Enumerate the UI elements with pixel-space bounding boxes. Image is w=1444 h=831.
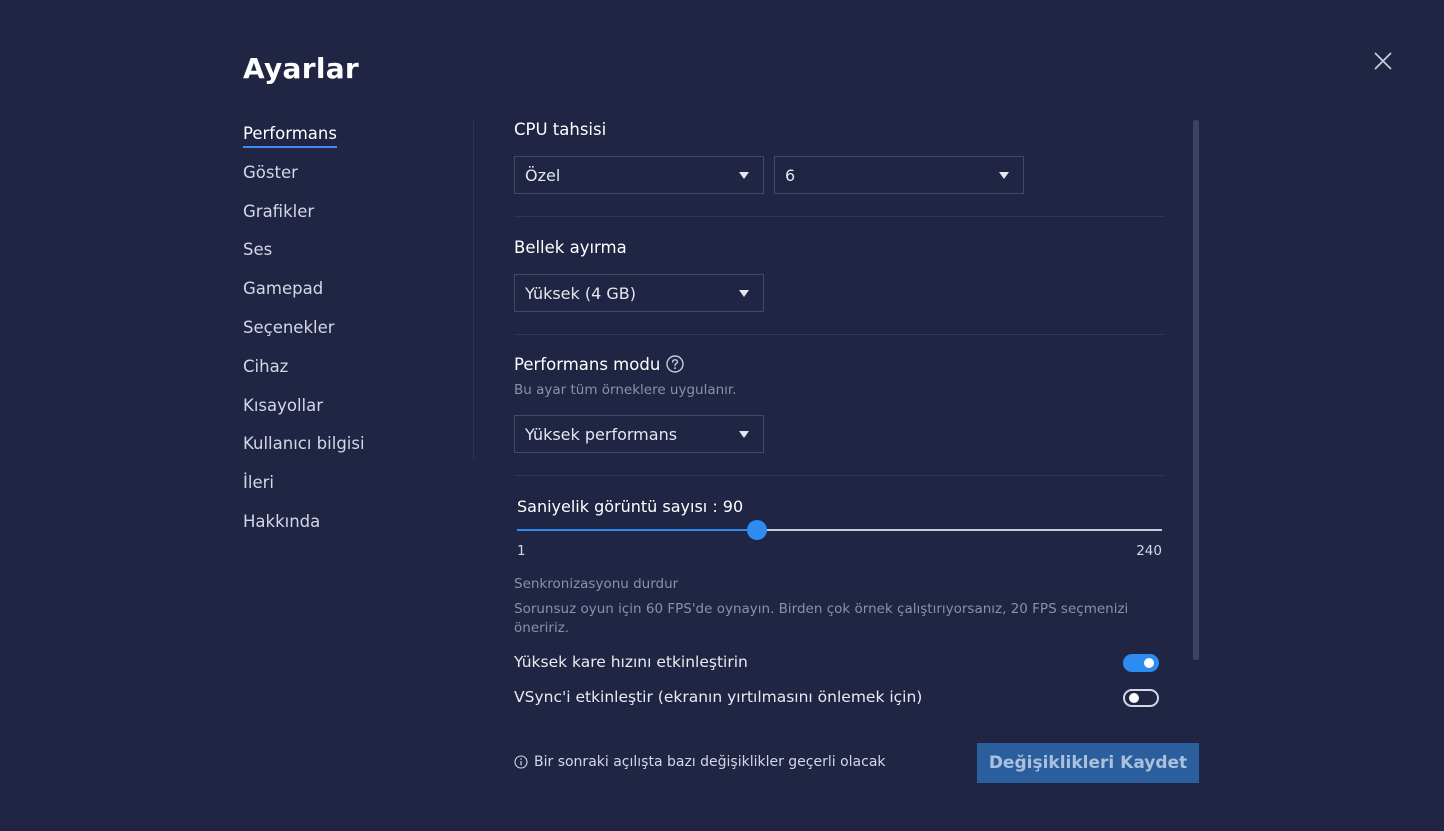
sidebar-item-label: Göster [243,162,298,182]
section-divider [514,216,1164,217]
vsync-label: VSync'i etkinleştir (ekranın yırtılmasın… [514,688,923,706]
sidebar-item-kisayollar[interactable]: Kısayollar [243,396,365,435]
sidebar-item-label: Grafikler [243,201,315,221]
performance-mode-select[interactable]: Yüksek performans [514,415,764,453]
help-circle-icon[interactable] [666,355,684,373]
close-icon[interactable] [1372,50,1394,72]
sidebar-item-label: Hakkında [243,511,321,531]
performance-mode-value: Yüksek performans [525,424,678,444]
sidebar-item-label: Kullanıcı bilgisi [243,434,365,454]
sync-description: Sorunsuz oyun için 60 FPS'de oynayın. Bi… [514,601,1129,636]
caret-down-icon [999,172,1009,179]
sidebar-item-hakkinda[interactable]: Hakkında [243,512,365,551]
cpu-mode-select[interactable]: Özel [514,156,764,194]
sidebar-item-label: Kısayollar [243,395,324,415]
restart-note: Bir sonraki açılışta bazı değişiklikler … [514,754,886,770]
sidebar-item-kullanici-bilgisi[interactable]: Kullanıcı bilgisi [243,434,365,473]
sidebar-item-label: Seçenekler [243,317,335,337]
toggle-knob [1129,693,1139,703]
save-changes-button[interactable]: Değişiklikleri Kaydet [977,743,1199,783]
sidebar-divider [473,120,474,460]
cpu-section-title: CPU tahsisi [514,120,607,139]
slider-fill [517,529,758,531]
settings-sidebar: Performans Göster Grafikler Ses Gamepad … [243,124,365,551]
caret-down-icon [739,290,749,297]
sidebar-item-label: Performans [243,124,337,148]
sidebar-item-gamepad[interactable]: Gamepad [243,279,365,318]
sidebar-item-goster[interactable]: Göster [243,163,365,202]
caret-down-icon [739,431,749,438]
cpu-mode-value: Özel [525,165,561,185]
fps-slider[interactable] [517,520,1162,540]
content-scrollbar[interactable] [1193,120,1199,660]
sidebar-item-performans[interactable]: Performans [243,124,365,163]
performance-mode-title-text: Performans modu [514,355,661,374]
dialog-title: Ayarlar [243,52,360,85]
cpu-cores-select[interactable]: 6 [774,156,1024,194]
fps-min-label: 1 [517,543,526,559]
section-divider [514,334,1164,335]
sidebar-item-label: Ses [243,240,273,260]
sidebar-item-ses[interactable]: Ses [243,240,365,279]
memory-value: Yüksek (4 GB) [525,283,636,303]
fps-max-label: 240 [1136,543,1162,559]
close-button[interactable] [1372,50,1394,72]
info-icon [514,755,528,769]
sidebar-item-grafikler[interactable]: Grafikler [243,202,365,241]
memory-section-title: Bellek ayırma [514,238,627,257]
performance-mode-subtitle: Bu ayar tüm örneklere uygulanır. [514,382,737,398]
vsync-toggle[interactable] [1123,689,1159,707]
memory-select[interactable]: Yüksek (4 GB) [514,274,764,312]
performance-mode-title: Performans modu [514,355,684,374]
sidebar-item-label: Gamepad [243,279,324,299]
sidebar-item-label: Cihaz [243,356,289,376]
cpu-cores-value: 6 [785,165,796,185]
restart-note-text: Bir sonraki açılışta bazı değişiklikler … [534,754,886,770]
sidebar-item-secenekler[interactable]: Seçenekler [243,318,365,357]
sidebar-item-ileri[interactable]: İleri [243,473,365,512]
sync-title: Senkronizasyonu durdur [514,576,679,592]
sidebar-item-label: İleri [243,473,274,493]
sidebar-item-cihaz[interactable]: Cihaz [243,357,365,396]
caret-down-icon [739,172,749,179]
slider-thumb[interactable] [747,520,768,540]
high-frame-rate-label: Yüksek kare hızını etkinleştirin [514,653,748,671]
high-frame-rate-toggle[interactable] [1123,654,1159,672]
section-divider [514,475,1164,476]
fps-slider-label: Saniyelik görüntü sayısı : 90 [517,497,744,516]
toggle-knob [1144,658,1154,668]
